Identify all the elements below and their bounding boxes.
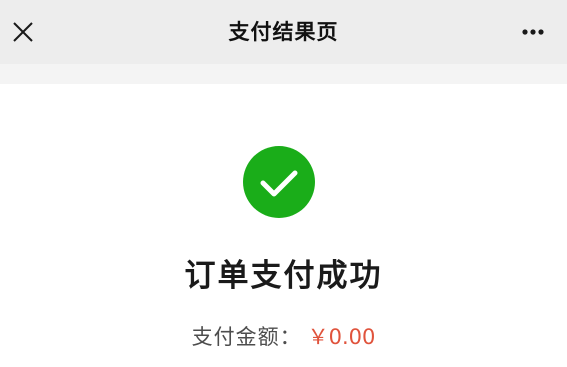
- check-circle-icon: [242, 145, 316, 219]
- navigation-bar: 支付结果页: [0, 0, 567, 64]
- header-divider-strip: [0, 64, 567, 84]
- amount-label: 支付金额：: [191, 325, 302, 349]
- payment-result-panel: 订单支付成功 支付金额： ￥0.00: [0, 84, 567, 367]
- payment-amount-row: 支付金额： ￥0.00: [0, 322, 567, 352]
- amount-value: ￥0.00: [307, 325, 376, 349]
- result-title: 订单支付成功: [184, 258, 383, 294]
- page-title: 支付结果页: [228, 20, 339, 44]
- more-icon[interactable]: [513, 20, 553, 44]
